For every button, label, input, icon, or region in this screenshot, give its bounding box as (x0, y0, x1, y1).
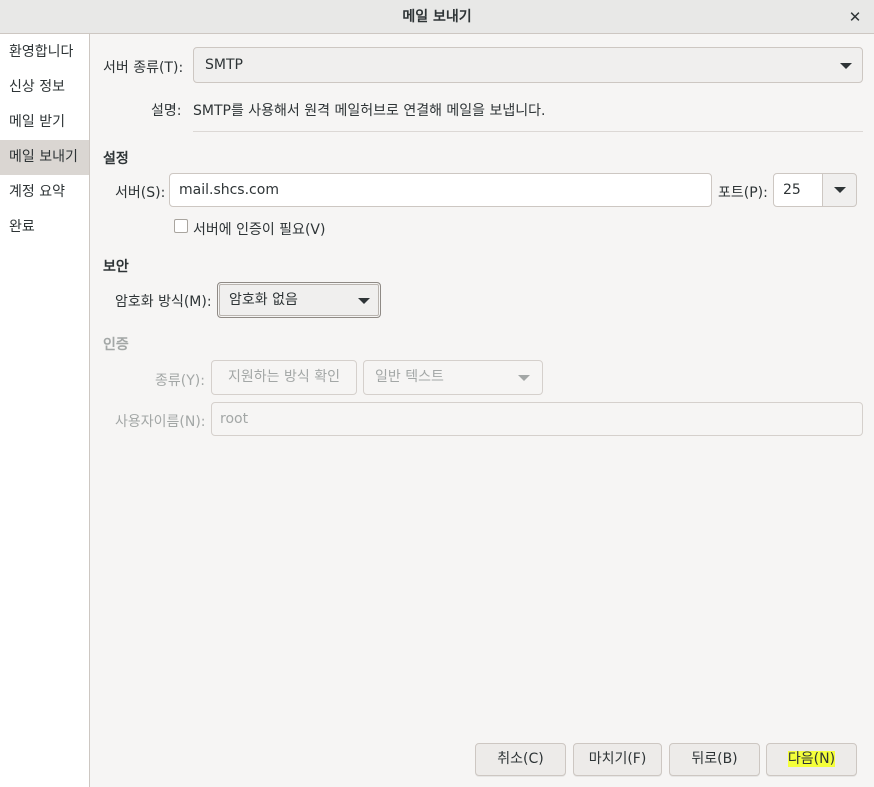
next-button-label: 다음(N) (787, 751, 836, 767)
sidebar-item-sending[interactable]: 메일 보내기 (0, 140, 89, 175)
check-supported-types-button[interactable]: 지원하는 방식 확인 (211, 360, 357, 395)
server-type-combo[interactable]: SMTP (193, 47, 863, 83)
back-button[interactable]: 뒤로(B) (669, 743, 760, 776)
server-type-label: 서버 종류(T): (103, 60, 184, 76)
encryption-label: 암호화 방식(M): (115, 294, 212, 310)
port-input-value: 25 (783, 182, 801, 198)
chevron-down-icon (518, 375, 530, 381)
encryption-combo[interactable]: 암호화 없음 (217, 282, 381, 318)
main-content: 서버 종류(T): SMTP 설명: SMTP를 사용해서 원격 메일허브로 연… (91, 34, 874, 787)
auth-required-checkbox[interactable] (174, 219, 188, 233)
finish-button[interactable]: 마치기(F) (573, 743, 662, 776)
description-label: 설명: (151, 103, 182, 119)
cancel-button[interactable]: 취소(C) (475, 743, 566, 776)
auth-heading: 인증 (103, 337, 129, 353)
chevron-down-icon (840, 63, 852, 69)
separator (193, 131, 863, 132)
server-input[interactable]: mail.shcs.com (169, 173, 712, 207)
next-button[interactable]: 다음(N) (766, 743, 857, 776)
title-bar: 메일 보내기 ✕ (0, 0, 874, 34)
sidebar-item-done[interactable]: 완료 (0, 210, 89, 245)
security-heading: 보안 (103, 259, 129, 275)
sidebar-item-welcome[interactable]: 환영합니다 (0, 35, 89, 70)
username-input[interactable]: root (211, 402, 863, 436)
close-icon[interactable]: ✕ (844, 6, 866, 28)
port-label: 포트(P): (718, 185, 768, 201)
auth-type-value: 일반 텍스트 (375, 369, 444, 385)
server-input-value: mail.shcs.com (179, 182, 279, 198)
sidebar-item-summary[interactable]: 계정 요약 (0, 175, 89, 210)
username-value: root (220, 411, 249, 427)
server-type-value: SMTP (205, 57, 243, 73)
auth-required-label[interactable]: 서버에 인증이 필요(V) (193, 219, 325, 239)
settings-heading: 설정 (103, 151, 129, 167)
chevron-down-icon (358, 298, 370, 304)
port-dropdown-button[interactable] (822, 173, 857, 207)
port-input[interactable]: 25 (773, 173, 823, 207)
encryption-value: 암호화 없음 (229, 292, 298, 308)
auth-type-label: 종류(Y): (155, 373, 205, 389)
description-text: SMTP를 사용해서 원격 메일허브로 연결해 메일을 보냅니다. (193, 103, 546, 119)
auth-type-combo[interactable]: 일반 텍스트 (363, 360, 543, 395)
username-label: 사용자이름(N): (115, 414, 206, 430)
window-title: 메일 보내기 (402, 9, 472, 25)
server-label: 서버(S): (115, 185, 166, 201)
sidebar-item-receiving[interactable]: 메일 받기 (0, 105, 89, 140)
sidebar-item-identity[interactable]: 신상 정보 (0, 70, 89, 105)
chevron-down-icon (834, 187, 846, 193)
sidebar: 환영합니다 신상 정보 메일 받기 메일 보내기 계정 요약 완료 (0, 34, 90, 787)
